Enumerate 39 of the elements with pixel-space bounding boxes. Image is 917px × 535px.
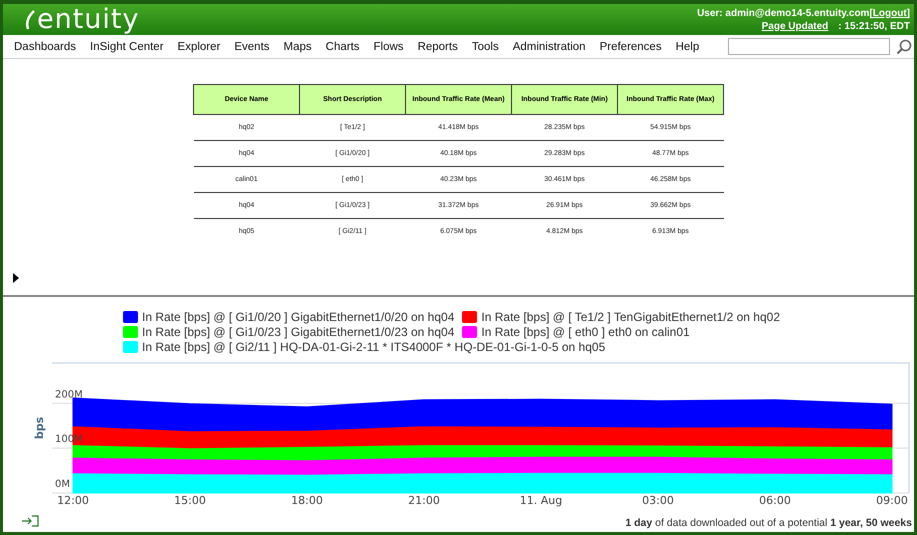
menu-item[interactable]: Preferences: [592, 40, 669, 52]
y-axis-label: bps: [33, 416, 46, 440]
x-tick-label: 21:00: [408, 494, 440, 507]
x-tick-label: 06:00: [759, 494, 791, 507]
logo: entuity: [37, 6, 140, 33]
legend-label: In Rate [bps] @ [ Te1/2 ] TenGigabitEthernet1/2 on hq02: [481, 310, 780, 324]
search-icon[interactable]: [896, 38, 912, 54]
export-icon[interactable]: [21, 515, 39, 527]
menu-item[interactable]: InSight Center: [83, 40, 171, 52]
menu-item[interactable]: Events: [227, 40, 277, 52]
search-field[interactable]: [728, 38, 890, 55]
page-updated-link[interactable]: Page Updated: [762, 20, 828, 32]
x-tick-label: 18:00: [291, 494, 323, 507]
menu-item[interactable]: Dashboards: [7, 40, 84, 52]
swoosh-icon: [25, 8, 35, 30]
user-label: User: admin@demo14-5.entuity.com: [697, 6, 870, 20]
menu-item[interactable]: Explorer: [170, 40, 228, 52]
y-tick-label: 0M: [55, 479, 70, 490]
menu-item[interactable]: Reports: [410, 40, 465, 52]
legend-label: In Rate [bps] @ [ Gi1/0/23 ] GigabitEthernet1/0/23 on hq04: [142, 324, 454, 338]
legend-label: In Rate [bps] @ [ Gi2/11 ] HQ-DA-01-Gi-2-11 * ITS4000F * HQ-DE-01-Gi-1-0-5 on hq05: [142, 340, 606, 354]
y-tick-label: 200M: [55, 389, 83, 400]
menu-item[interactable]: Charts: [318, 40, 367, 52]
x-tick-label: 03:00: [642, 494, 674, 507]
x-tick-label: 15:00: [174, 494, 206, 507]
download-note: 1 day of data downloaded out of a potential 1 year, 50 weeks: [625, 517, 912, 529]
menu-item[interactable]: Maps: [276, 40, 319, 52]
legend-label: In Rate [bps] @ [ Gi1/0/20 ] GigabitEthernet1/0/20 on hq04: [142, 310, 454, 324]
expand-arrow-icon[interactable]: [13, 273, 19, 283]
menu-item[interactable]: Tools: [464, 40, 506, 52]
logout-link[interactable]: [Logout]: [869, 6, 910, 20]
menu-item[interactable]: Help: [668, 40, 706, 52]
menu-item[interactable]: Administration: [506, 40, 593, 52]
menu-item[interactable]: Flows: [366, 40, 411, 52]
update-time: : 15:21:50, EDT: [838, 20, 910, 32]
x-tick-label: 12:00: [57, 494, 89, 507]
x-tick-label: 09:00: [876, 494, 908, 507]
legend-label: In Rate [bps] @ [ eth0 ] eth0 on calin01: [481, 324, 690, 338]
x-tick-label: 11. Aug: [520, 494, 562, 507]
